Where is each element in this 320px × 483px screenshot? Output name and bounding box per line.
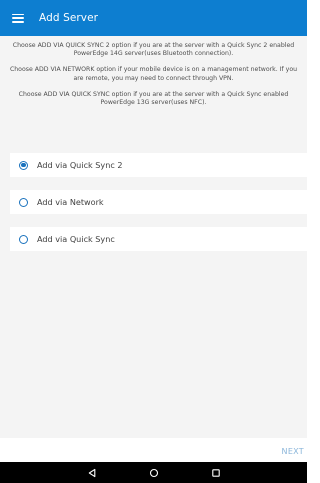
connection-options: Add via Quick Sync 2 Add via Network Add… [10, 153, 307, 264]
android-navigation-bar [0, 462, 307, 483]
option-label-quick-sync-2: Add via Quick Sync 2 [37, 160, 123, 170]
option-add-via-quick-sync-2[interactable]: Add via Quick Sync 2 [10, 153, 307, 177]
menu-icon[interactable] [12, 13, 24, 23]
instruction-quick-sync: Choose ADD VIA QUICK SYNC option if you … [18, 90, 289, 107]
radio-selected-icon[interactable] [19, 160, 28, 170]
option-add-via-network[interactable]: Add via Network [10, 190, 307, 214]
option-label-network: Add via Network [37, 197, 104, 207]
option-label-quick-sync: Add via Quick Sync [37, 234, 115, 244]
next-button[interactable]: NEXT [282, 447, 304, 456]
back-icon[interactable] [86, 467, 98, 479]
instruction-quick-sync-2: Choose ADD VIA QUICK SYNC 2 option if yo… [12, 42, 295, 58]
content-area: Choose ADD VIA QUICK SYNC 2 option if yo… [0, 36, 307, 438]
radio-unselected-icon[interactable] [19, 197, 28, 207]
radio-dot-icon [21, 162, 26, 168]
app-bar: Add Server [0, 0, 307, 36]
instructions: Choose ADD VIA QUICK SYNC 2 option if yo… [0, 36, 307, 107]
page-title: Add Server [39, 12, 99, 24]
home-icon[interactable] [148, 467, 160, 479]
instruction-network: Choose ADD VIA NETWORK option if your mo… [9, 66, 298, 82]
recents-icon[interactable] [210, 467, 222, 479]
add-server-screen: Add Server Choose ADD VIA QUICK SYNC 2 o… [0, 0, 307, 483]
radio-unselected-icon[interactable] [19, 234, 28, 244]
option-add-via-quick-sync[interactable]: Add via Quick Sync [10, 227, 307, 251]
